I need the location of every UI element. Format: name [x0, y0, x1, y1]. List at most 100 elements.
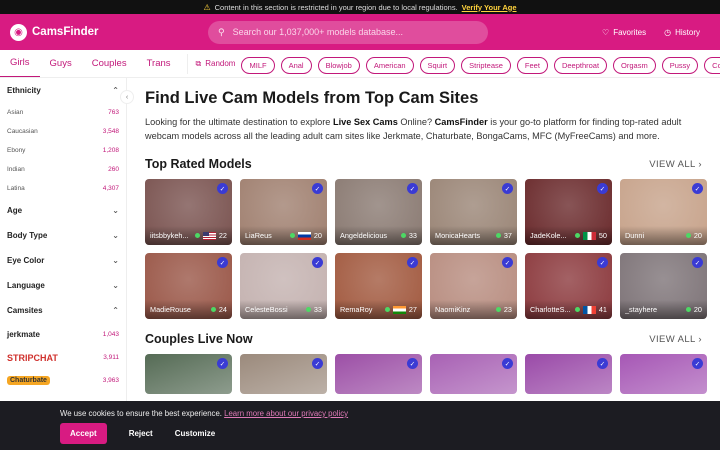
- accept-cookies-button[interactable]: Accept: [60, 423, 107, 444]
- stripchat-logo: STRIPCHAT: [7, 352, 58, 363]
- filter-language-title: Language: [7, 281, 45, 290]
- camsite-count: 3,911: [103, 354, 119, 361]
- couple-card[interactable]: ✓: [240, 354, 327, 394]
- model-card[interactable]: ✓ LiaReus 20: [240, 179, 327, 245]
- tab-guys[interactable]: Guys: [40, 50, 82, 77]
- chevron-down-icon: ⌄: [112, 206, 119, 215]
- couple-card[interactable]: ✓: [430, 354, 517, 394]
- brand-logo[interactable]: ◉ CamsFinder: [10, 23, 208, 41]
- couple-card[interactable]: ✓: [335, 354, 422, 394]
- verified-icon: ✓: [312, 358, 323, 369]
- search-input[interactable]: [232, 27, 473, 37]
- reject-cookies-button[interactable]: Reject: [129, 429, 153, 438]
- search-icon: ⚲: [218, 26, 225, 37]
- filter-ethnicity[interactable]: Ethnicity ⌃: [7, 78, 119, 103]
- ethnicity-option[interactable]: Ebony 1,208: [7, 141, 119, 160]
- ethnicity-option[interactable]: Latina 4,307: [7, 179, 119, 198]
- customize-cookies-button[interactable]: Customize: [175, 429, 215, 438]
- online-dot-icon: [495, 307, 501, 312]
- couple-card[interactable]: ✓: [620, 354, 707, 394]
- model-card[interactable]: ✓ RemaRoy 27: [335, 253, 422, 319]
- top-rated-grid: ✓ iitsbbykeh... 22 ✓ LiaReus 20 ✓ Angeldeliciou…: [145, 179, 707, 319]
- model-name: CelesteBossi: [245, 305, 288, 314]
- tag-pill[interactable]: Cosplay: [704, 56, 720, 74]
- camsite-count: 1,043: [102, 331, 119, 338]
- verified-icon: ✓: [502, 257, 513, 268]
- tag-pill[interactable]: Orgasm: [613, 56, 656, 74]
- verified-icon: ✓: [312, 257, 323, 268]
- random-label: Random: [205, 59, 236, 68]
- chaturbate-logo: Chaturbate: [7, 376, 50, 385]
- model-card[interactable]: ✓ NaomiKinz 23: [430, 253, 517, 319]
- model-name: RemaRoy: [340, 305, 373, 314]
- ethnicity-count: 763: [108, 109, 119, 116]
- model-card[interactable]: ✓ Dunni 20: [620, 179, 707, 245]
- online-dot-icon: [685, 233, 691, 238]
- view-all-top-rated[interactable]: VIEW ALL ›: [649, 159, 702, 170]
- model-age: 20: [693, 305, 702, 314]
- model-card[interactable]: ✓ CelesteBossi 33: [240, 253, 327, 319]
- tag-pill[interactable]: Pussy: [661, 56, 699, 74]
- tag-pill[interactable]: Squirt: [419, 56, 456, 74]
- favorites-link[interactable]: ♡ Favorites: [602, 28, 646, 37]
- history-link[interactable]: ◷ History: [664, 28, 700, 37]
- verified-icon: ✓: [312, 183, 323, 194]
- camsite-jerkmate[interactable]: jerkmate 1,043: [7, 323, 119, 346]
- fr-flag-icon: [582, 305, 596, 314]
- camsite-count: 3,963: [102, 377, 119, 384]
- ethnicity-option[interactable]: Caucasian 3,548: [7, 122, 119, 141]
- tag-pill[interactable]: Blowjob: [317, 56, 360, 74]
- model-name: JadeKole...: [530, 231, 567, 240]
- ethnicity-label: Latina: [7, 185, 25, 192]
- ethnicity-option[interactable]: Indian 260: [7, 160, 119, 179]
- tag-pill[interactable]: Feet: [516, 56, 548, 74]
- random-button[interactable]: ⧉ Random: [186, 53, 236, 74]
- verify-age-link[interactable]: Verify Your Age: [462, 3, 517, 12]
- tab-trans[interactable]: Trans: [137, 50, 181, 77]
- model-card[interactable]: ✓ _stayhere 20: [620, 253, 707, 319]
- model-age: 20: [693, 231, 702, 240]
- tag-pill[interactable]: Striptease: [461, 56, 511, 74]
- main-content: Find Live Cam Models from Top Cam Sites …: [127, 78, 720, 450]
- model-age: 33: [313, 305, 322, 314]
- ethnicity-count: 3,548: [102, 128, 119, 135]
- intro-part: Online?: [397, 117, 435, 127]
- filter-camsites[interactable]: Camsites ⌃: [7, 298, 119, 323]
- couple-card[interactable]: ✓: [145, 354, 232, 394]
- ethnicity-count: 1,208: [102, 147, 119, 154]
- filter-body-type[interactable]: Body Type ⌄: [7, 223, 119, 248]
- collapse-sidebar-icon[interactable]: ‹: [120, 90, 134, 104]
- filter-age[interactable]: Age ⌄: [7, 198, 119, 223]
- category-bar: Girls Guys Couples Trans ⧉ Random MILF Ana…: [0, 50, 720, 78]
- search-bar[interactable]: ⚲: [208, 20, 488, 44]
- tab-girls[interactable]: Girls: [0, 50, 40, 77]
- model-card[interactable]: ✓ MonicaHearts 37: [430, 179, 517, 245]
- model-card[interactable]: ✓ Angeldelicious 33: [335, 179, 422, 245]
- history-label: History: [675, 27, 700, 37]
- filter-eye-title: Eye Color: [7, 256, 45, 265]
- model-card[interactable]: ✓ JadeKole... 50: [525, 179, 612, 245]
- tag-pill[interactable]: MILF: [241, 56, 275, 74]
- privacy-policy-link[interactable]: Learn more about our privacy policy: [224, 409, 348, 418]
- online-dot-icon: [574, 307, 580, 312]
- section-title-top-rated: Top Rated Models: [145, 157, 252, 171]
- camsite-chaturbate[interactable]: Chaturbate 3,963: [7, 369, 119, 392]
- tag-pill[interactable]: Anal: [280, 56, 312, 74]
- camsite-stripchat[interactable]: STRIPCHAT 3,911: [7, 346, 119, 369]
- filter-language[interactable]: Language ⌄: [7, 273, 119, 298]
- verified-icon: ✓: [692, 183, 703, 194]
- view-all-couples[interactable]: VIEW ALL ›: [649, 334, 702, 345]
- model-name: MadieRouse: [150, 305, 191, 314]
- model-card[interactable]: ✓ iitsbbykeh... 22: [145, 179, 232, 245]
- tab-couples[interactable]: Couples: [82, 50, 137, 77]
- tag-pill[interactable]: American: [365, 56, 414, 74]
- filter-eye-color[interactable]: Eye Color ⌄: [7, 248, 119, 273]
- tag-pill[interactable]: Deepthroat: [553, 56, 608, 74]
- couple-card[interactable]: ✓: [525, 354, 612, 394]
- chevron-down-icon: ⌄: [112, 281, 119, 290]
- model-card[interactable]: ✓ CharlotteS... 41: [525, 253, 612, 319]
- jerkmate-logo: jerkmate: [7, 330, 40, 339]
- model-card[interactable]: ✓ MadieRouse 24: [145, 253, 232, 319]
- verified-icon: ✓: [407, 183, 418, 194]
- ethnicity-option[interactable]: Asian 763: [7, 103, 119, 122]
